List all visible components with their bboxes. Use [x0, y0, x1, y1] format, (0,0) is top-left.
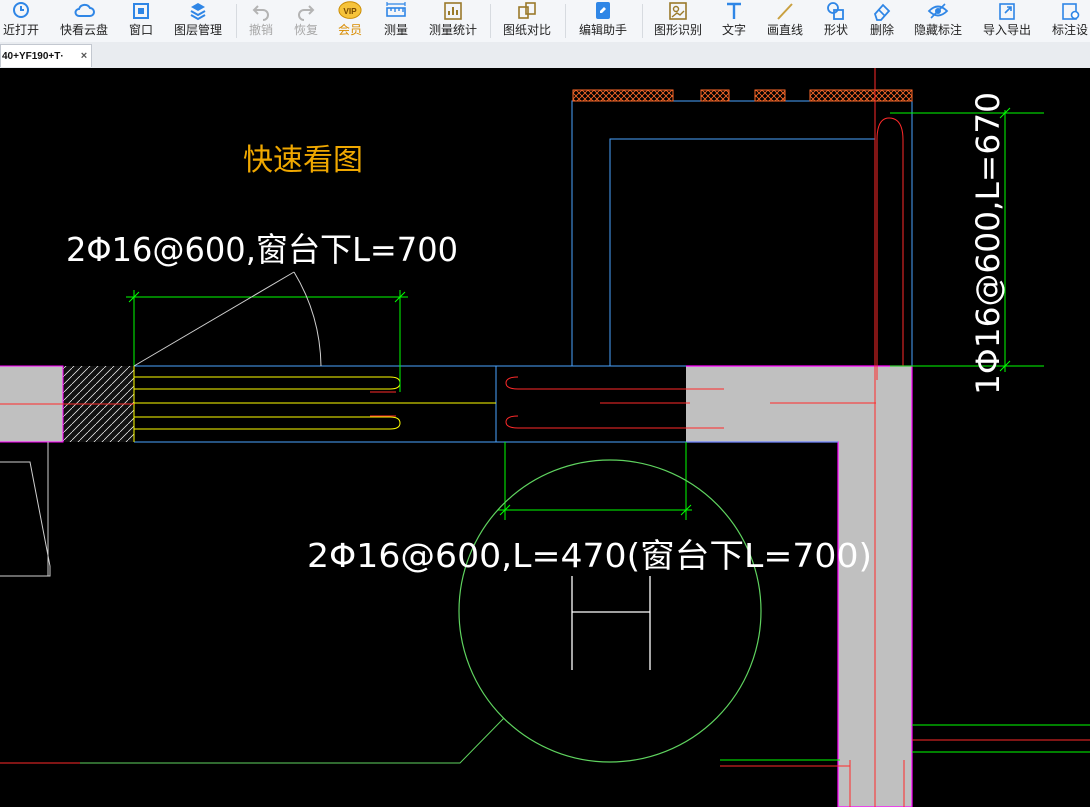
vip-badge-text: VIP [343, 6, 357, 16]
annotation-settings-button[interactable]: 标注设 [1048, 0, 1090, 42]
shape-label: 形状 [823, 23, 848, 37]
measure-label: 测量 [383, 23, 408, 37]
edit-doc-icon [591, 0, 615, 22]
text-t-icon [722, 0, 746, 22]
eye-hide-icon [926, 0, 950, 22]
redo-icon [294, 0, 318, 22]
rebar-label-middle: 2Φ16@600,L=470(窗台下L=700) [307, 536, 872, 575]
draw-line-button[interactable]: 画直线 [762, 0, 808, 42]
text-button[interactable]: 文字 [718, 0, 750, 42]
shape-recognize-label: 图形识别 [653, 23, 702, 37]
redo-label: 恢复 [293, 23, 318, 37]
window-icon [129, 0, 153, 22]
toolbar-divider [236, 4, 237, 38]
line-icon [773, 0, 797, 22]
document-tab-title: 40+YF190+T· [2, 50, 64, 62]
import-export-label: 导入导出 [982, 23, 1031, 37]
shape-button[interactable]: 形状 [820, 0, 852, 42]
text-label: 文字 [721, 23, 746, 37]
toolbar-divider [490, 4, 491, 38]
measure-stats-label: 测量统计 [428, 23, 477, 37]
toolbar-divider [642, 4, 643, 38]
delete-button[interactable]: 删除 [866, 0, 898, 42]
window-label: 窗口 [128, 23, 153, 37]
measure-button[interactable]: 测量 [380, 0, 412, 42]
document-tab[interactable]: 40+YF190+T· × [0, 44, 92, 67]
member-button[interactable]: VIP 会员 [334, 0, 366, 42]
cloud-icon [72, 0, 96, 22]
compare-icon [515, 0, 539, 22]
rebar-label-top: 2Φ16@600,窗台下L=700 [66, 230, 458, 269]
toolbar: 近打开 快看云盘 窗口 图层管理 撤销 恢复 VIP 会员 测量 测量统计 图纸… [0, 0, 1090, 43]
member-label: 会员 [337, 23, 362, 37]
layer-manage-label: 图层管理 [173, 23, 222, 37]
eraser-icon [870, 0, 894, 22]
toolbar-divider [565, 4, 566, 38]
ruler-icon [384, 0, 408, 22]
shape-recognize-button[interactable]: 图形识别 [650, 0, 706, 42]
close-icon[interactable]: × [77, 50, 91, 62]
stats-icon [441, 0, 465, 22]
draw-line-label: 画直线 [766, 23, 803, 37]
import-export-icon [995, 0, 1019, 22]
import-export-button[interactable]: 导入导出 [979, 0, 1035, 42]
compare-button[interactable]: 图纸对比 [499, 0, 555, 42]
document-tab-bar: 40+YF190+T· × [0, 42, 1090, 69]
settings-icon [1058, 0, 1082, 22]
recent-open-label: 近打开 [2, 23, 39, 37]
compare-label: 图纸对比 [502, 23, 551, 37]
redo-button[interactable]: 恢复 [290, 0, 322, 42]
undo-label: 撤销 [248, 23, 273, 37]
watermark-text: 快速看图 [243, 144, 363, 177]
undo-button[interactable]: 撤销 [245, 0, 277, 42]
recent-open-button[interactable]: 近打开 [0, 0, 42, 42]
drawing-canvas[interactable]: 快速看图 2Φ16@600,窗台下L=700 2Φ16@600,L=470(窗台… [0, 68, 1090, 807]
recognize-icon [666, 0, 690, 22]
layer-manage-button[interactable]: 图层管理 [170, 0, 226, 42]
annotation-settings-label: 标注设 [1052, 23, 1089, 37]
undo-icon [249, 0, 273, 22]
edit-assistant-button[interactable]: 编辑助手 [574, 0, 632, 42]
vip-icon: VIP [338, 0, 362, 22]
rebar-label-vertical: 1Φ16@600,L=670 [969, 92, 1007, 395]
quick-cloud-button[interactable]: 快看云盘 [56, 0, 112, 42]
shape-icon [824, 0, 848, 22]
hide-annotation-button[interactable]: 隐藏标注 [910, 0, 966, 42]
clock-icon [9, 0, 33, 22]
quick-cloud-label: 快看云盘 [59, 23, 108, 37]
delete-label: 删除 [869, 23, 894, 37]
window-button[interactable]: 窗口 [125, 0, 157, 42]
measure-stats-button[interactable]: 测量统计 [425, 0, 481, 42]
edit-assistant-label: 编辑助手 [578, 23, 627, 37]
layers-icon [186, 0, 210, 22]
canvas-background [0, 68, 1090, 807]
hide-annotation-label: 隐藏标注 [913, 23, 962, 37]
